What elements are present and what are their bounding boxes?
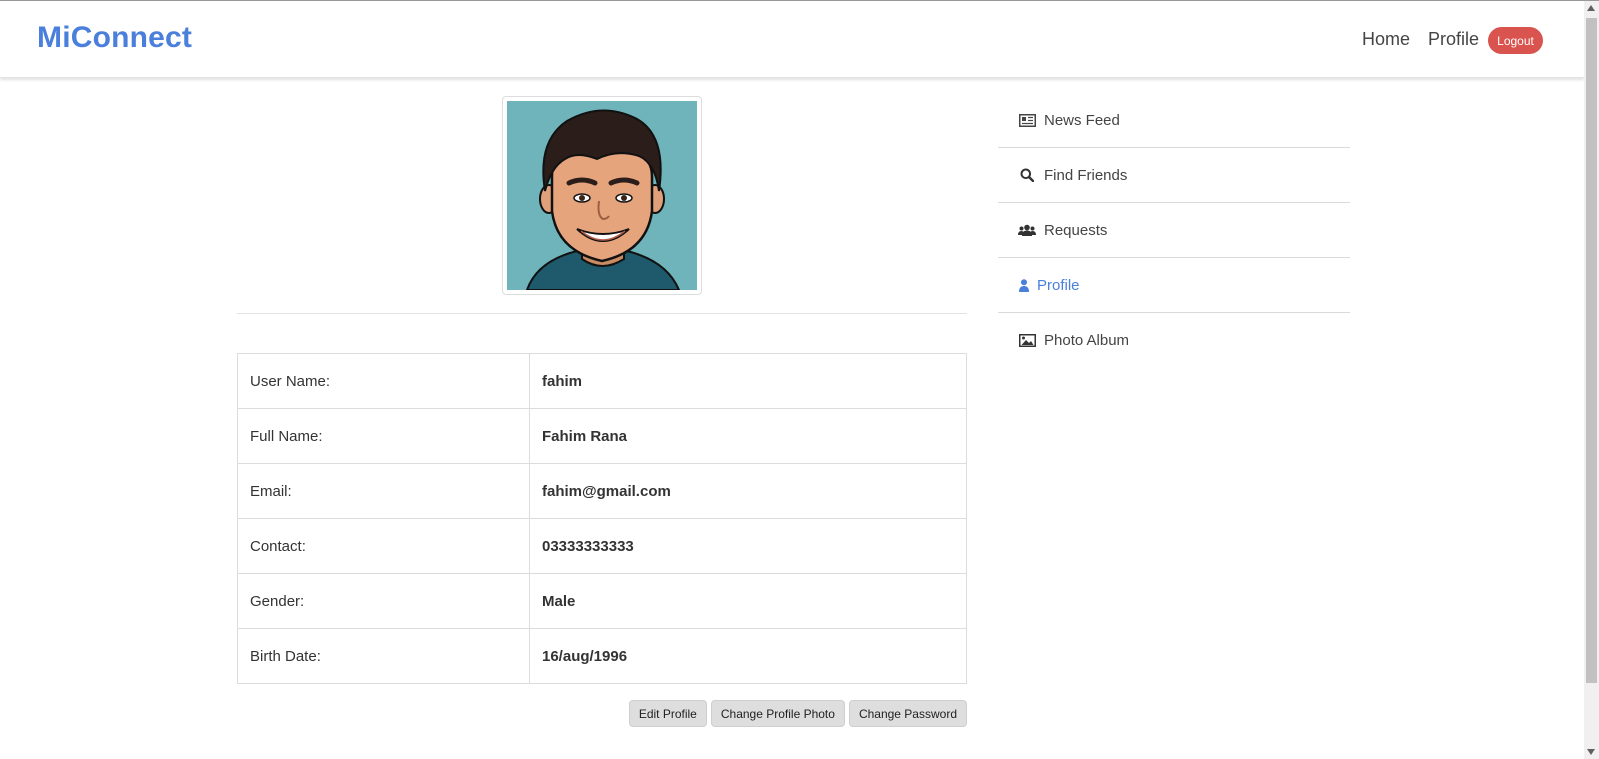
contact-value: 03333333333: [529, 518, 967, 574]
fullname-label: Full Name:: [237, 408, 530, 464]
scroll-up-arrow-icon[interactable]: [1587, 5, 1595, 11]
username-value: fahim: [529, 353, 967, 409]
birthdate-label: Birth Date:: [237, 628, 530, 684]
table-row: Gender: Male: [237, 573, 967, 629]
sidebar-item-photo-album[interactable]: Photo Album: [998, 313, 1350, 368]
sidebar-item-label: News Feed: [1044, 111, 1120, 129]
sidebar-item-label: Requests: [1044, 221, 1108, 239]
table-row: Email: fahim@gmail.com: [237, 463, 967, 519]
table-row: Full Name: Fahim Rana: [237, 408, 967, 464]
gender-label: Gender:: [237, 573, 530, 629]
sidebar-item-label: Photo Album: [1044, 332, 1130, 349]
profile-info-table: User Name: fahim Full Name: Fahim Rana E…: [237, 353, 967, 684]
change-profile-photo-button[interactable]: Change Profile Photo: [710, 700, 845, 727]
table-row: User Name: fahim: [237, 353, 967, 409]
sidebar-item-requests[interactable]: Requests: [998, 203, 1350, 258]
newspaper-icon: [1018, 112, 1036, 128]
scroll-down-arrow-icon[interactable]: [1587, 749, 1595, 755]
change-password-button[interactable]: Change Password: [848, 700, 967, 727]
page: MiConnect Home Profile Logout User Name:…: [0, 0, 1599, 759]
users-icon: [1018, 222, 1036, 238]
navbar: MiConnect Home Profile Logout: [0, 1, 1584, 78]
edit-profile-button[interactable]: Edit Profile: [628, 700, 707, 727]
user-icon: [1018, 277, 1030, 293]
sidebar-item-label: Find Friends: [1044, 166, 1128, 184]
profile-photo: [502, 96, 702, 295]
contact-label: Contact:: [237, 518, 530, 574]
brand-logo[interactable]: MiConnect: [37, 21, 192, 55]
sidebar-item-news-feed[interactable]: News Feed: [998, 93, 1350, 148]
table-row: Contact: 03333333333: [237, 518, 967, 574]
profile-actions: Edit Profile Change Profile Photo Change…: [628, 700, 967, 727]
logout-button[interactable]: Logout: [1488, 27, 1543, 54]
divider: [237, 313, 967, 314]
fullname-value: Fahim Rana: [529, 408, 967, 464]
vertical-scrollbar[interactable]: [1584, 1, 1599, 759]
sidebar-item-label: Profile: [1037, 276, 1080, 294]
search-icon: [1018, 167, 1036, 183]
sidebar-item-find-friends[interactable]: Find Friends: [998, 148, 1350, 203]
username-label: User Name:: [237, 353, 530, 409]
birthdate-value: 16/aug/1996: [529, 628, 967, 684]
nav-profile-link[interactable]: Profile: [1428, 29, 1479, 50]
scroll-thumb[interactable]: [1586, 18, 1597, 683]
avatar-illustration: [507, 101, 697, 290]
nav-home-link[interactable]: Home: [1362, 29, 1410, 50]
sidebar-menu: News Feed Find Friends Requests Profile …: [998, 93, 1350, 368]
table-row: Birth Date: 16/aug/1996: [237, 628, 967, 684]
gender-value: Male: [529, 573, 967, 629]
sidebar-item-profile[interactable]: Profile: [998, 258, 1350, 313]
image-icon: [1018, 333, 1036, 349]
email-label: Email:: [237, 463, 530, 519]
email-value: fahim@gmail.com: [529, 463, 967, 519]
